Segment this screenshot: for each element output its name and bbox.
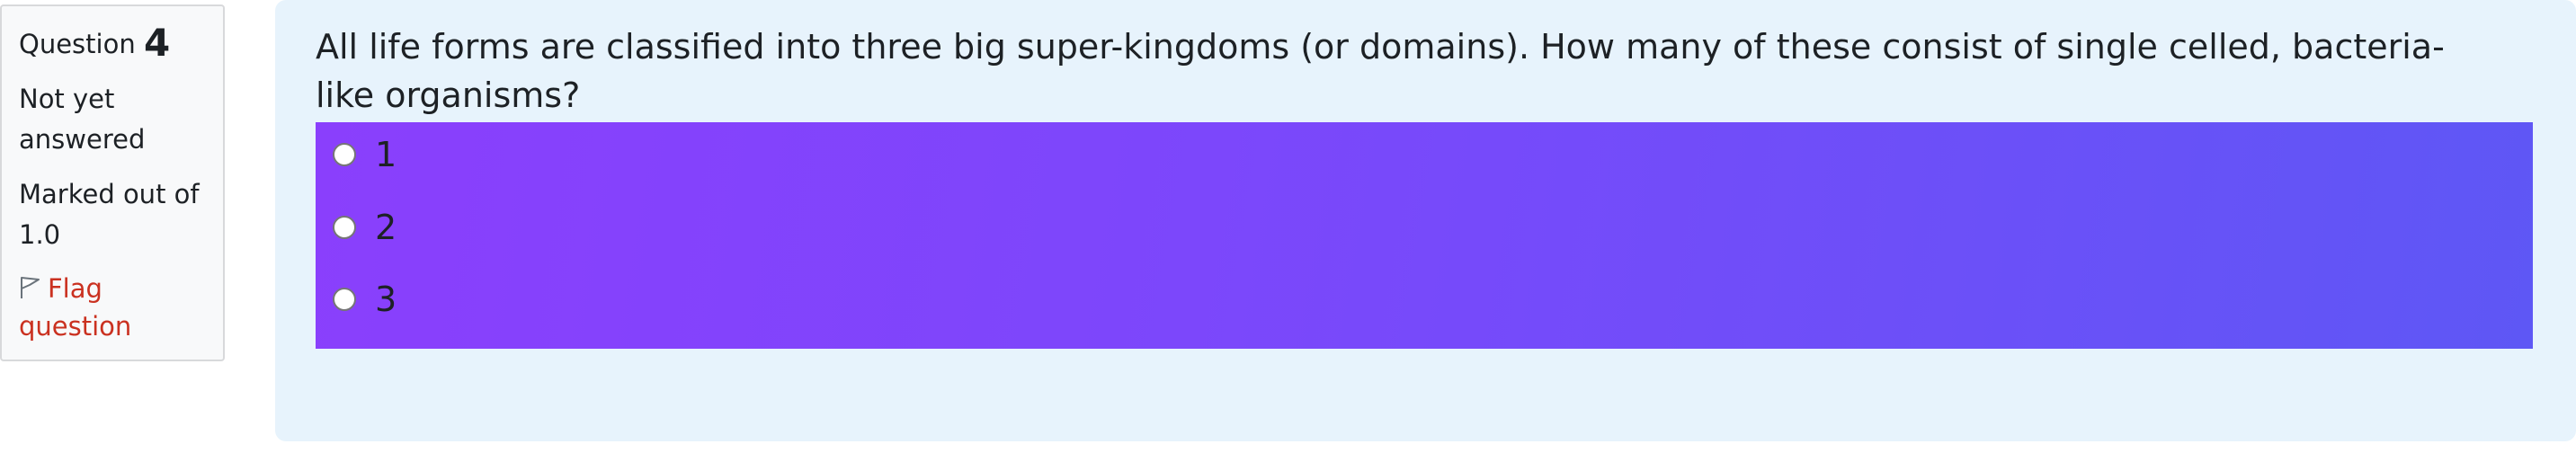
flag-question-link[interactable]: Flag question [19, 270, 209, 345]
question-grade: Marked out of 1.0 [19, 179, 200, 250]
answer-label-3: 3 [375, 280, 397, 319]
question-state: Not yet answered [19, 84, 146, 155]
question-number-heading: Question 4 [19, 21, 209, 67]
answer-radio-1[interactable] [333, 143, 356, 166]
answer-radio-3[interactable] [333, 288, 356, 311]
question-content-card: All life forms are classified into three… [275, 0, 2576, 441]
answer-option-1[interactable]: 1 [333, 132, 397, 177]
question-text: All life forms are classified into three… [316, 27, 2445, 115]
answer-radio-2[interactable] [333, 216, 356, 239]
answer-label-2: 2 [375, 208, 397, 247]
question-label: Question [19, 29, 136, 59]
question-info-panel: Question 4 Not yet answered Marked out o… [0, 4, 225, 361]
flag-icon [21, 277, 40, 298]
question-number: 4 [143, 21, 171, 65]
answer-label-1: 1 [375, 135, 397, 174]
answer-option-3[interactable]: 3 [333, 277, 397, 322]
answer-option-2[interactable]: 2 [333, 205, 397, 250]
answer-options: 1 2 3 [316, 122, 2533, 349]
